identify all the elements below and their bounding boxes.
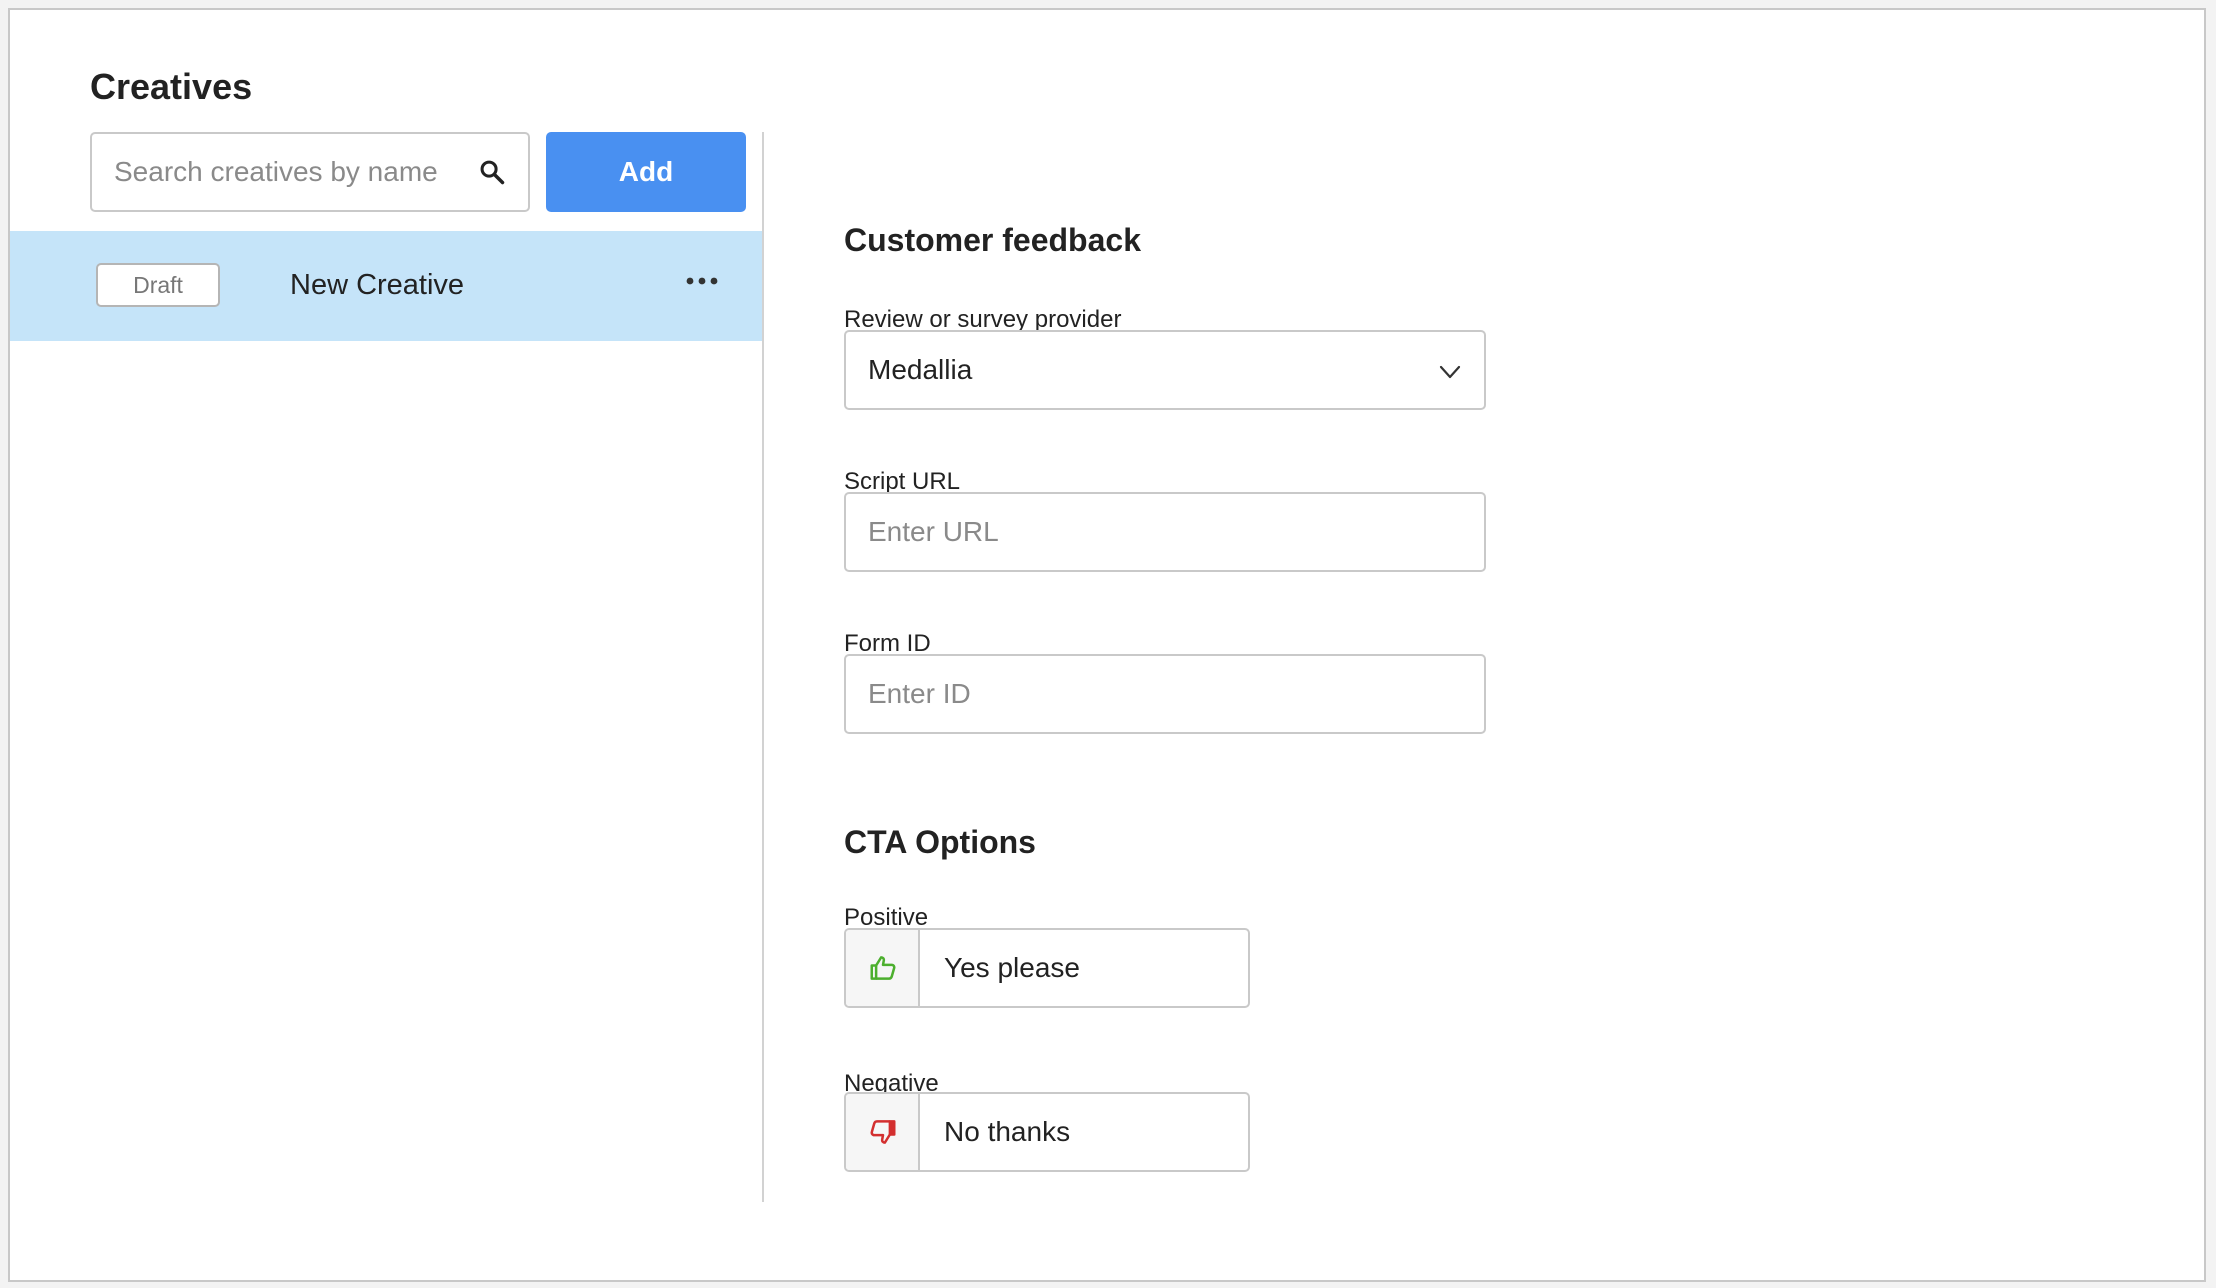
provider-select[interactable]: Medallia — [844, 330, 1486, 410]
form-id-field-box[interactable] — [844, 654, 1486, 734]
more-horizontal-icon[interactable] — [684, 271, 720, 291]
script-url-field-box[interactable] — [844, 492, 1486, 572]
customer-feedback-title: Customer feedback — [844, 222, 1141, 258]
positive-icon-cell — [846, 930, 920, 1006]
page-title: Creatives — [90, 66, 253, 107]
thumbs-up-icon — [870, 956, 896, 980]
search-icon[interactable] — [478, 158, 506, 186]
creative-name: New Creative — [290, 269, 465, 301]
search-box[interactable] — [90, 132, 530, 212]
creative-list-item[interactable]: Draft New Creative — [10, 231, 762, 341]
positive-cta-field[interactable] — [844, 928, 1250, 1008]
script-url-input[interactable] — [846, 494, 1484, 570]
thumbs-down-icon — [870, 1120, 896, 1144]
add-button[interactable]: Add — [546, 132, 746, 212]
cta-options-title: CTA Options — [844, 824, 1036, 860]
negative-cta-input[interactable] — [922, 1094, 1248, 1170]
positive-cta-input[interactable] — [922, 930, 1248, 1006]
provider-selected-value: Medallia — [868, 354, 973, 385]
status-badge: Draft — [96, 263, 220, 307]
negative-icon-cell — [846, 1094, 920, 1170]
form-id-input[interactable] — [846, 656, 1484, 732]
chevron-down-icon — [1439, 365, 1461, 379]
search-input[interactable] — [92, 134, 462, 210]
negative-cta-field[interactable] — [844, 1092, 1250, 1172]
panel-divider — [762, 132, 764, 1202]
app-window: Creatives Add Draft New Creative Custome… — [8, 8, 2206, 1282]
